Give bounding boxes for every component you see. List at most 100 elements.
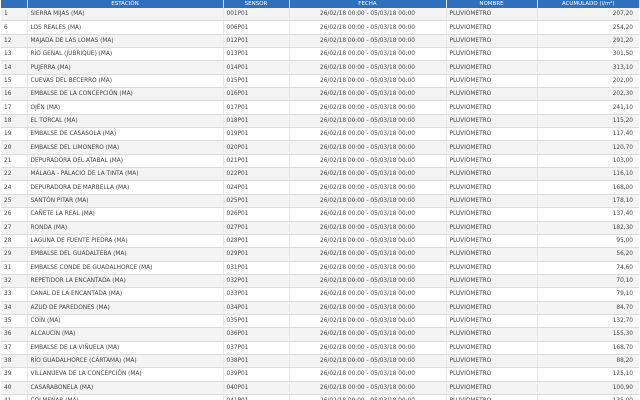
table-row[interactable]: 1 SIERRA MIJAS (MA) 001P01 26/02/18 00:00 -… bbox=[1, 8, 639, 22]
cell-estacion: SIERRA MIJAS (MA) bbox=[27, 8, 224, 22]
cell-fecha: 26/02/18 00:00 - 05/03/18 00:00 bbox=[289, 314, 447, 329]
header-sensor[interactable]: SENSOR bbox=[223, 0, 290, 8]
table-row[interactable]: 13 RÍO GENAL (JUBRIQUE) (MA) 013P01 26/02/1… bbox=[1, 47, 639, 62]
table-row[interactable]: 18 EL TORCAL (MA) 018P01 26/02/18 00:00 - 0… bbox=[1, 114, 639, 129]
table-row[interactable]: 36 ALCAUCÍN (MA) 036P01 26/02/18 00:00 - 05… bbox=[1, 327, 639, 342]
cell-fecha: 26/02/18 00:00 - 05/03/18 00:00 bbox=[289, 287, 447, 302]
cell-id: 41 bbox=[1, 394, 28, 400]
cell-nombre: PLUVIOMETRO bbox=[446, 194, 538, 209]
cell-fecha: 26/02/18 00:00 - 05/03/18 00:00 bbox=[289, 167, 447, 182]
cell-acumulado: 116,10 bbox=[537, 167, 639, 182]
table-row[interactable]: 16 EMBALSE DE LA CONCEPCIÓN (MA) 016P01 26/… bbox=[1, 87, 639, 102]
cell-nombre: PLUVIOMETRO bbox=[446, 341, 538, 355]
header-id[interactable] bbox=[1, 0, 28, 8]
table-row[interactable]: 27 RONDA (MA) 027P01 26/02/18 00:00 - 05/03… bbox=[1, 221, 639, 235]
cell-nombre: PLUVIOMETRO bbox=[446, 127, 538, 142]
cell-acumulado: 155,30 bbox=[537, 327, 639, 342]
cell-id: 18 bbox=[1, 114, 28, 129]
cell-nombre: PLUVIOMETRO bbox=[446, 301, 538, 315]
cell-nombre: PLUVIOMETRO bbox=[446, 34, 538, 49]
table-row[interactable]: 34 AZUD DE PAREDONES (MA) 034P01 26/02/18 0… bbox=[1, 301, 639, 315]
cell-estacion: EMBALSE DE CASASOLA (MA) bbox=[27, 127, 224, 142]
cell-id: 32 bbox=[1, 274, 28, 289]
cell-id: 21 bbox=[1, 154, 28, 169]
table-row[interactable]: 6 LOS REALES (MA) 006P01 26/02/18 00:00 - 0… bbox=[1, 20, 639, 35]
header-fecha[interactable]: FECHA bbox=[289, 0, 447, 8]
table-row[interactable]: 41COLMENAR (MA)041P0126/02/18 00:00 - 05… bbox=[1, 394, 639, 400]
table-row[interactable]: 22 MÁLAGA - PALACIO DE LA TINTA (MA) 022P0… bbox=[1, 167, 639, 182]
table-row[interactable]: 28 LAGUNA DE FUENTE PIEDRA (MA) 028P01 26/0… bbox=[1, 234, 639, 249]
cell-acumulado: 182,30 bbox=[537, 221, 639, 235]
cell-acumulado: 79,10 bbox=[537, 287, 639, 302]
table-row[interactable]: 38 RÍO GUADALHORCE (CÁRTAMA) (MA) 038P01 26… bbox=[1, 354, 639, 369]
cell-acumulado: 132,70 bbox=[537, 314, 639, 329]
cell-estacion: REPETIDOR LA ENCANTADA (MA) bbox=[27, 274, 224, 289]
cell-acumulado: 241,10 bbox=[537, 100, 639, 115]
cell-nombre: PLUVIOMETRO bbox=[446, 154, 538, 169]
table-row[interactable]: 20 EMBALSE DEL LIMONERO (MA) 020P01 26/02/1… bbox=[1, 140, 639, 155]
cell-nombre: PLUVIOMETRO bbox=[446, 140, 538, 155]
table-row[interactable]: 24 DEPURADORA DE MARBELLA (MA) 024P01 26/02… bbox=[1, 180, 639, 195]
cell-fecha: 26/02/18 00:00 - 05/03/18 00:00 bbox=[289, 87, 447, 102]
table-row[interactable]: 21 DEPURADORA DEL ATABAL (MA) 021P01 26/02/… bbox=[1, 154, 639, 169]
cell-id: 20 bbox=[1, 140, 28, 155]
cell-sensor: 031P01 bbox=[223, 261, 290, 275]
cell-sensor: 006P01 bbox=[223, 20, 290, 35]
cell-fecha: 26/02/18 00:00 - 05/03/18 00:00 bbox=[289, 127, 447, 142]
cell-estacion: RÍO GUADALHORCE (CÁRTAMA) (MA) bbox=[27, 354, 224, 369]
cell-acumulado: 56,20 bbox=[537, 247, 639, 262]
table-row[interactable]: 31 EMBALSE CONDE DE GUADALHORCE (MA) 031P0… bbox=[1, 261, 639, 275]
table-row[interactable]: 12 MAJADA DE LAS LOMAS (MA) 012P01 26/02/18… bbox=[1, 34, 639, 49]
cell-nombre: PLUVIOMETRO bbox=[446, 100, 538, 115]
table-row[interactable]: 40 CASARABONELA (MA) 040P01 26/02/18 00:00 … bbox=[1, 381, 639, 395]
cell-sensor: 038P01 bbox=[223, 354, 290, 369]
cell-estacion: ALCAUCÍN (MA) bbox=[27, 327, 224, 342]
header-acumulado[interactable]: ACUMULADO (l/m²) bbox=[537, 0, 639, 8]
cell-fecha: 26/02/18 00:00 - 05/03/18 00:00 bbox=[289, 261, 447, 275]
cell-acumulado: 103,00 bbox=[537, 154, 639, 169]
cell-estacion: EMBALSE DEL LIMONERO (MA) bbox=[27, 140, 224, 155]
header-estacion[interactable]: ESTACIÓN bbox=[27, 0, 224, 8]
cell-sensor: 036P01 bbox=[223, 327, 290, 342]
table-row[interactable]: 19 EMBALSE DE CASASOLA (MA) 019P01 26/02/18… bbox=[1, 127, 639, 142]
cell-acumulado: 291,20 bbox=[537, 34, 639, 49]
table-row[interactable]: 26 CAÑETE LA REAL (MA) 026P01 26/02/18 00:0… bbox=[1, 207, 639, 222]
cell-estacion: MAJADA DE LAS LOMAS (MA) bbox=[27, 34, 224, 49]
cell-nombre: PLUVIOMETRO bbox=[446, 261, 538, 275]
table-row[interactable]: 35 COÍN (MA) 035P01 26/02/18 00:00 - 05/03/… bbox=[1, 314, 639, 329]
cell-acumulado: 84,70 bbox=[537, 301, 639, 315]
cell-id: 35 bbox=[1, 314, 28, 329]
cell-nombre: PLUVIOMETRO bbox=[446, 314, 538, 329]
cell-acumulado: 202,00 bbox=[537, 74, 639, 89]
header-nombre[interactable]: NOMBRE bbox=[446, 0, 538, 8]
cell-fecha: 26/02/18 00:00 - 05/03/18 00:00 bbox=[289, 274, 447, 289]
cell-id: 1 bbox=[1, 8, 28, 22]
cell-sensor: 024P01 bbox=[223, 180, 290, 195]
table-row[interactable]: 29 EMBALSE DEL GUADALTEBA (MA) 029P01 26/02… bbox=[1, 247, 639, 262]
cell-fecha: 26/02/18 00:00 - 05/03/18 00:00 bbox=[289, 47, 447, 62]
cell-nombre: PLUVIOMETRO bbox=[446, 87, 538, 102]
table-row[interactable]: 25 SANTÓN PITAR (MA) 025P01 26/02/18 00:00 … bbox=[1, 194, 639, 209]
table-row[interactable]: 14 PUJERRA (MA) 014P01 26/02/18 00:00 - 05/… bbox=[1, 60, 639, 75]
cell-id: 24 bbox=[1, 180, 28, 195]
cell-estacion: EL TORCAL (MA) bbox=[27, 114, 224, 129]
cell-fecha: 26/02/18 00:00 - 05/03/18 00:00 bbox=[289, 74, 447, 89]
cell-sensor: 037P01 bbox=[223, 341, 290, 355]
cell-acumulado: 70,10 bbox=[537, 274, 639, 289]
cell-id: 14 bbox=[1, 60, 28, 75]
cell-fecha: 26/02/18 00:00 - 05/03/18 00:00 bbox=[289, 234, 447, 249]
cell-sensor: 013P01 bbox=[223, 47, 290, 62]
rainfall-table-container: ESTACIÓN SENSOR FECHA NOMBRE ACUMULADO (… bbox=[1, 0, 639, 400]
table-row[interactable]: 37 EMBALSE DE LA VIÑUELA (MA) 037P01 26/02/… bbox=[1, 341, 639, 355]
cell-nombre: PLUVIOMETRO bbox=[446, 114, 538, 129]
table-row[interactable]: 15 CUEVAS DEL BECERRO (MA) 015P01 26/02/18 … bbox=[1, 74, 639, 89]
table-row[interactable]: 39 VILLANUEVA DE LA CONCEPCIÓN (MA) 039P01… bbox=[1, 367, 639, 382]
cell-sensor: 001P01 bbox=[223, 8, 290, 22]
cell-id: 13 bbox=[1, 47, 28, 62]
table-row[interactable]: 33 CANAL DE LA ENCANTADA (MA) 033P01 26/02/… bbox=[1, 287, 639, 302]
cell-estacion: EMBALSE DE LA CONCEPCIÓN (MA) bbox=[27, 87, 224, 102]
cell-sensor: 016P01 bbox=[223, 87, 290, 102]
table-row[interactable]: 17 OJÉN (MA) 017P01 26/02/18 00:00 - 05/03/… bbox=[1, 100, 639, 115]
table-row[interactable]: 32 REPETIDOR LA ENCANTADA (MA) 032P01 26/02… bbox=[1, 274, 639, 289]
cell-nombre: PLUVIOMETRO bbox=[446, 354, 538, 369]
